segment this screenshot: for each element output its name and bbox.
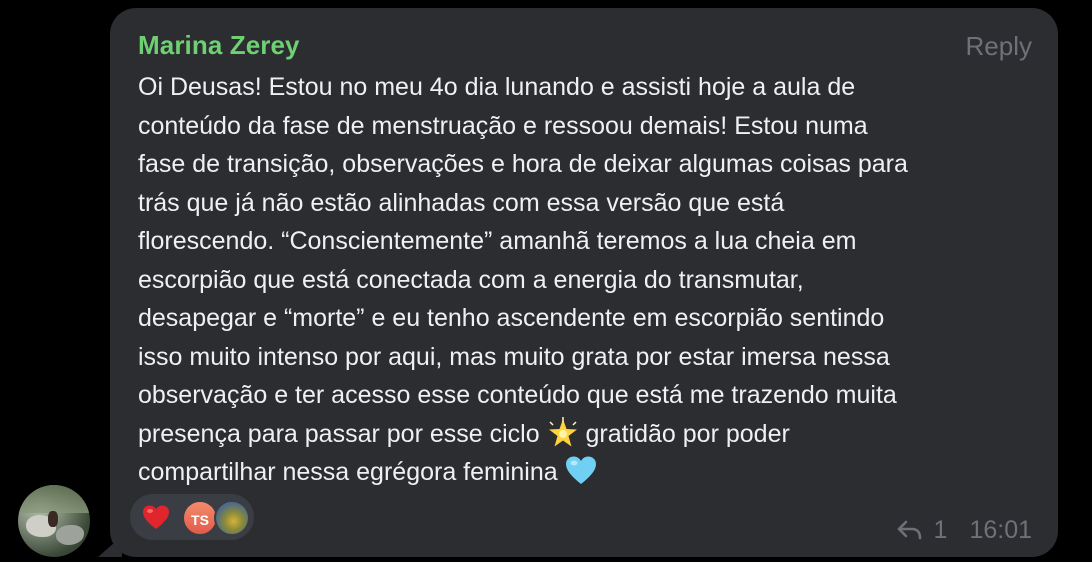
- reactor-avatar-ts[interactable]: TS: [182, 500, 218, 536]
- message-text: Oi Deusas! Estou no meu 4o dia lunando e…: [138, 68, 1038, 492]
- reactions-bar[interactable]: TS: [130, 494, 254, 540]
- message-meta: 1 16:01: [896, 513, 1032, 547]
- red-heart-icon[interactable]: [142, 504, 170, 530]
- reactor-avatar-photo[interactable]: [214, 500, 250, 536]
- message-time: 16:01: [969, 515, 1032, 544]
- avatar-photo-rock: [56, 525, 84, 545]
- light-blue-heart-icon: [565, 456, 596, 484]
- reply-count[interactable]: 1: [934, 516, 948, 545]
- glowing-star-icon: [548, 416, 577, 446]
- reply-arrow-icon[interactable]: [896, 519, 922, 541]
- avatar-photo-foliage: [18, 485, 90, 513]
- message-bubble[interactable]: Marina Zerey Reply Oi Deusas! Estou no m…: [110, 8, 1058, 557]
- sender-name[interactable]: Marina Zerey: [138, 30, 300, 61]
- message-text-part-1: Oi Deusas! Estou no meu 4o dia lunando e…: [138, 73, 908, 448]
- reply-button[interactable]: Reply: [966, 31, 1032, 62]
- avatar-photo-person: [48, 511, 58, 527]
- message-avatar[interactable]: [18, 485, 90, 557]
